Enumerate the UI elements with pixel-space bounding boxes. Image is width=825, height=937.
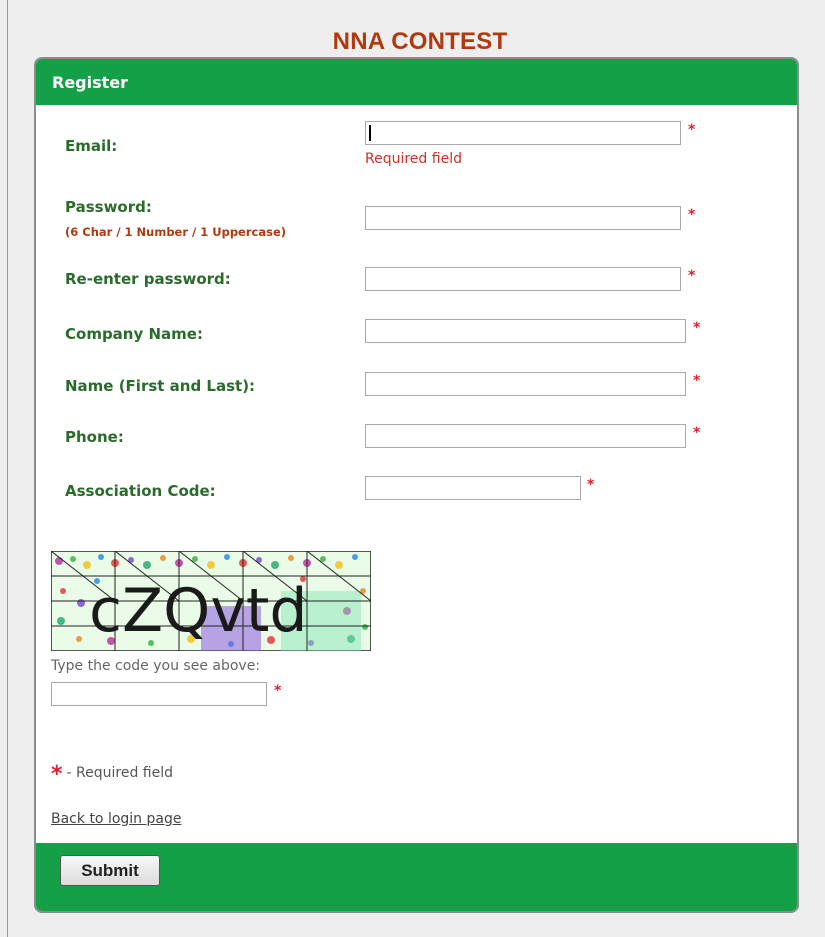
required-star: * (587, 477, 595, 493)
full-name-field[interactable] (365, 372, 686, 396)
phone-label: Phone: (65, 428, 124, 446)
required-star-icon: * (51, 762, 63, 787)
email-field[interactable] (365, 121, 681, 145)
required-star: * (693, 425, 701, 441)
password-field[interactable] (365, 206, 681, 230)
captcha-prompt: Type the code you see above: (51, 658, 261, 674)
required-star: * (688, 268, 696, 284)
required-star: * (688, 207, 696, 223)
captcha-code-text: cZQvtd (89, 576, 307, 646)
required-star: * (693, 320, 701, 336)
required-star: * (274, 683, 282, 699)
company-name-label: Company Name: (65, 325, 203, 343)
reenter-password-field[interactable] (365, 267, 681, 291)
captcha-field[interactable] (51, 682, 267, 706)
site-title: NNA CONTEST (332, 28, 508, 55)
reenter-password-label: Re-enter password: (65, 270, 231, 288)
full-name-label: Name (First and Last): (65, 377, 256, 395)
submit-button[interactable]: Submit (60, 855, 160, 886)
password-hint: (6 Char / 1 Number / 1 Uppercase) (65, 225, 286, 239)
captcha-image: cZQvtd (51, 551, 371, 651)
phone-field[interactable] (365, 424, 686, 448)
password-label: Password: (65, 198, 152, 216)
text-caret (369, 125, 371, 141)
back-to-login-link[interactable]: Back to login page (51, 811, 181, 827)
company-name-field[interactable] (365, 319, 686, 343)
email-label: Email: (65, 137, 118, 155)
required-star: * (693, 373, 701, 389)
required-star: * (688, 122, 696, 138)
association-code-label: Association Code: (65, 482, 216, 500)
association-code-field[interactable] (365, 476, 581, 500)
email-error: Required field (365, 151, 462, 167)
panel-footer: Submit (36, 843, 797, 911)
window-left-border (7, 0, 8, 937)
panel-header: Register (36, 59, 797, 105)
required-note-text: - Required field (66, 765, 173, 781)
register-panel: Register Email: * Required field Passwor… (34, 57, 799, 913)
required-note: * - Required field (51, 762, 173, 787)
